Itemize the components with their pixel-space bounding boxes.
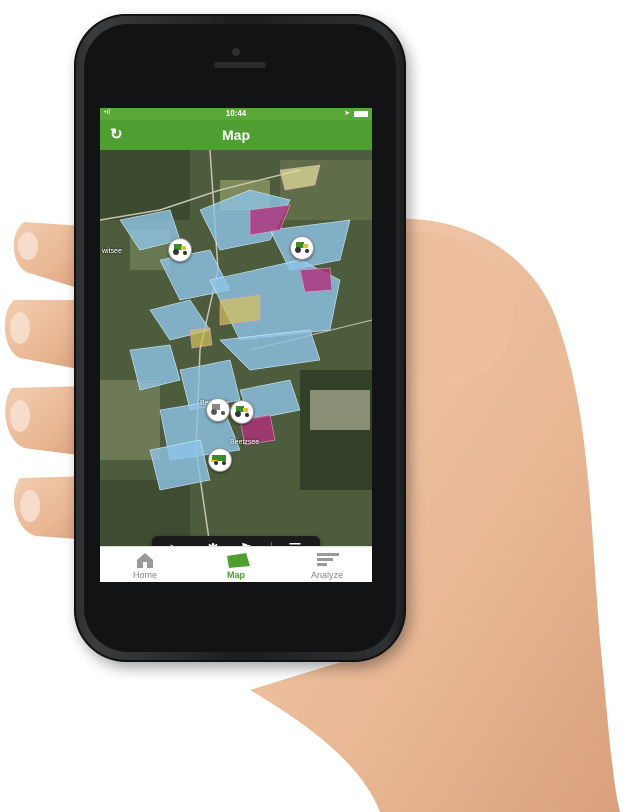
tab-analyze-label: Analyze [310,570,344,580]
tractor-icon[interactable] [168,238,192,262]
earpiece-speaker [214,62,266,68]
home-icon [137,553,153,568]
tractor-icon[interactable] [230,400,254,424]
satellite-map-canvas[interactable] [100,150,372,546]
page-title: Map [222,127,250,143]
tab-home[interactable]: Home [100,547,190,582]
tab-home-label: Home [132,570,157,580]
combine-harvester-icon[interactable] [208,448,232,472]
status-bar: •ıl 10:44 ➤ [100,108,372,120]
field-map[interactable]: witsee Beetzsee Beetzsee ➤ ⚙ ⚑+ ☰ [100,150,372,564]
app-screen: •ıl 10:44 ➤ ↻ Map witsee Beetzsee Home M… [100,108,372,582]
bars-icon [317,553,339,566]
nav-bar: ↻ Map [100,120,372,150]
tab-map[interactable]: Map [191,547,281,582]
place-label: Beetzsee [230,439,260,446]
battery-icon [354,111,368,117]
tab-map-label: Map [227,570,245,580]
front-camera [232,48,240,56]
location-services-icon: ➤ [344,110,350,117]
place-label: witsee [102,248,122,255]
tractor-icon[interactable] [206,398,230,422]
tab-bar: Home Map Analyze [100,546,372,582]
status-time: 10:44 [225,109,247,118]
field-map-icon [227,553,250,568]
tractor-icon[interactable] [290,236,314,260]
tab-analyze[interactable]: Analyze [282,547,372,582]
